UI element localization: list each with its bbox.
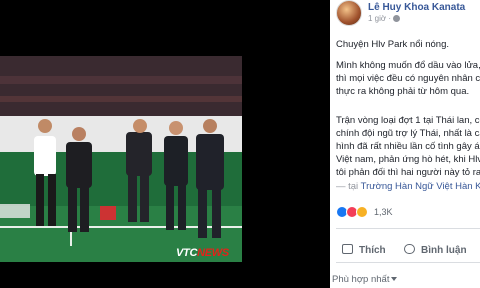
post-panel: Lê Huy Khoa Kanata 1 giờ · Chuyện Hlv Pa… bbox=[330, 0, 480, 288]
location-link[interactable]: Trường Hàn Ngữ Việt Hàn Ka bbox=[361, 181, 480, 192]
chevron-down-icon bbox=[391, 277, 398, 281]
post-timestamp[interactable]: 1 giờ · bbox=[368, 14, 401, 23]
post-text-paragraph-3: Trận vòng loại đợt 1 tại Thái lan, có ch… bbox=[336, 115, 480, 178]
post-photo[interactable] bbox=[0, 56, 242, 262]
author-name[interactable]: Lê Huy Khoa Kanata bbox=[368, 2, 465, 13]
post-header: Lê Huy Khoa Kanata 1 giờ · bbox=[336, 0, 480, 30]
news-watermark: VTCNEWS bbox=[176, 247, 229, 259]
comment-sort-dropdown[interactable]: Phù hợp nhất bbox=[332, 274, 398, 285]
haha-icon bbox=[356, 206, 368, 218]
avatar[interactable] bbox=[336, 0, 362, 26]
comment-bubble-icon bbox=[404, 244, 415, 254]
divider bbox=[336, 262, 480, 263]
like-button[interactable]: Thích bbox=[342, 244, 386, 256]
comment-button[interactable]: Bình luận bbox=[404, 244, 467, 256]
thumbs-up-icon bbox=[342, 244, 353, 254]
checkin-location: — tại Trường Hàn Ngữ Việt Hàn Ka bbox=[336, 181, 480, 192]
reaction-count: 1,3K bbox=[374, 207, 393, 217]
globe-icon bbox=[393, 15, 401, 22]
post-text-intro: Chuyện Hlv Park nổi nóng. bbox=[336, 39, 450, 50]
divider bbox=[336, 228, 480, 229]
post-text-paragraph-2: Mình không muốn đổ dầu vào lửa, thì mọi … bbox=[336, 60, 480, 97]
photo-viewer: VTCNEWS bbox=[0, 0, 330, 288]
